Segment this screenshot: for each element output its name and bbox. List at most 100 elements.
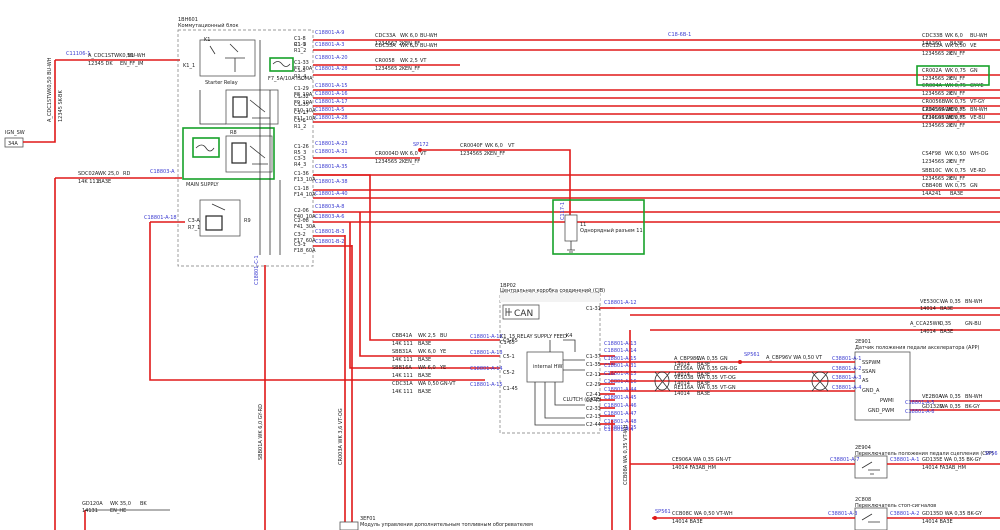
center-connector[interactable]: C18801-A-3 <box>315 42 344 48</box>
cjb-left-connector[interactable]: C18801-A-13 <box>470 350 503 356</box>
center-wire-sub2: EN_FF <box>405 66 420 72</box>
bottom-c-conn1[interactable]: C18801-C-1 <box>254 255 260 285</box>
app-connector[interactable]: C38801-A-2 <box>832 366 861 372</box>
right-wire-label: CR0056B <box>922 99 946 105</box>
top-left-conn[interactable]: C11106-1 <box>66 51 90 57</box>
cjb-connector[interactable]: C18801-A-45 <box>604 395 637 401</box>
stop-conn-left[interactable]: C38801-A-3 <box>828 511 857 517</box>
right-wire-label: SBB10C <box>922 168 942 174</box>
right-wire-spec: WK 0,75 <box>945 183 966 189</box>
stop-conn-right[interactable]: C38801-A-2 <box>890 511 919 517</box>
ign-sw-label: IGN_SW <box>5 130 25 136</box>
cpp-splice[interactable]: SP56 <box>985 451 998 457</box>
center-wire-color: VT <box>420 151 427 157</box>
app-connector[interactable]: C38801-A-3 <box>832 375 861 381</box>
center-connector[interactable]: C18801-A-20 <box>315 55 348 61</box>
center-connector[interactable]: C18801-A-5 <box>315 107 344 113</box>
cjb-pin-right: C2-11 <box>586 372 601 378</box>
connector-11[interactable]: C117-1 11 Однорядный разъем 11 <box>552 199 645 255</box>
bottom-vert1-label: SBB01A WK 6,0 GY-RD <box>258 404 264 460</box>
center-wire-color: BU-WH <box>420 33 438 39</box>
splice-sub2: EN_FF <box>490 151 505 157</box>
center-connector[interactable]: C18801-A-17 <box>315 99 348 105</box>
center-connector[interactable]: C18803-A-8 <box>315 204 344 210</box>
connector-11-conn[interactable]: C117-1 <box>560 202 566 220</box>
stop-wire-left-sub: 14014 BA3E <box>672 519 703 525</box>
center-connector[interactable]: C18801-A-28 <box>315 66 348 72</box>
center-wire-label: CDC33A <box>375 33 396 39</box>
right-top-conn[interactable]: C18-6B-1 <box>668 32 691 38</box>
app-sensor: VE530C WA 0,35 BN-WH 14014 BA3E A_CCA25W… <box>610 299 1000 421</box>
cjb-connector[interactable]: C18801-A-12 <box>604 300 637 306</box>
top-left-wire: C11106-1 A_CDC1STWK0,50 BU-WH 12345 DK E… <box>55 51 180 67</box>
fuse-label: R1_4 <box>294 74 306 80</box>
app-connector[interactable]: C38801-A-4 <box>832 385 861 391</box>
cjb-connector[interactable]: C18801-A-16 <box>604 379 637 385</box>
cjb-connector[interactable]: C18801-A-13 <box>604 341 637 347</box>
app-mid-wire: A_CBP96V WA 0,50 VT <box>766 355 823 361</box>
cjb-connector[interactable]: C18801-A-46 <box>604 403 637 409</box>
center-connector[interactable]: C18801-A-40 <box>315 191 348 197</box>
splice-sub: 1234565 2K <box>460 151 491 157</box>
bottom-vert3-label: CCB08A WA 0,35 VT-WH <box>623 424 629 485</box>
center-connector[interactable]: C18801-A-15 <box>315 83 348 89</box>
cpp-conn-left[interactable]: C38801-A-7 <box>830 457 859 463</box>
center-connector[interactable]: C18801-A-23 <box>315 141 348 147</box>
center-connector[interactable]: C18801-B-3 <box>315 229 344 235</box>
center-wire-sub: 1234565 2K <box>375 66 406 72</box>
c2-conn[interactable]: C18803-A <box>150 169 175 175</box>
app-top-w1-sub: 14014 <box>920 306 936 312</box>
center-connector[interactable]: C18801-A-31 <box>315 149 348 155</box>
center-connector[interactable]: C18801-B-2 <box>315 239 344 245</box>
right-wire-color: BU-WH <box>970 33 988 39</box>
right-wire-sub2: EN_FF <box>950 51 965 57</box>
relay-r7[interactable]: R9 <box>199 199 251 237</box>
sd-wire-color: RD <box>123 171 130 177</box>
cpp-conn-right[interactable]: C38801-A-1 <box>890 457 919 463</box>
stop-splice[interactable]: SP561 <box>655 509 671 515</box>
app-splice[interactable]: SP561 <box>744 352 760 358</box>
cjb-left-connector[interactable]: C18801-A-15 <box>470 382 503 388</box>
stop-box[interactable] <box>854 507 888 530</box>
fuse-label: R1_2 <box>294 48 306 54</box>
stop-wire-right: GD135D WA 0,35 BK-GY <box>922 511 983 517</box>
bottom-wire-sub: 14131 <box>82 508 98 514</box>
cjb-left-connector[interactable]: C18801-A-14 <box>470 366 503 372</box>
app-connector[interactable]: C38801-A-1 <box>832 356 861 362</box>
can-logo-text: CAN <box>514 309 533 319</box>
cjb-connector[interactable]: C18801-A-31 <box>604 363 637 369</box>
center-connector[interactable]: C18801-A-35 <box>315 164 348 170</box>
app-conn-6[interactable]: C38801-A-6 <box>905 409 934 415</box>
right-wire-spec: WK 0,75 <box>945 99 966 105</box>
right-top-conn-label[interactable]: C18-6B-1 <box>668 32 691 38</box>
cjb-connector[interactable]: C18801-A-15 <box>604 356 637 362</box>
cjb-pin-left: C1-45 <box>503 386 518 392</box>
app-conn-5[interactable]: C38801-A-5 <box>905 400 934 406</box>
cjb-left-connector[interactable]: C18801-A-12 <box>470 334 503 340</box>
app-pin-1: SSPWM <box>862 360 881 366</box>
cpp-wire-left: CE906A WA 0,35 GN-VT <box>672 457 732 463</box>
right-wire-color: VT-GY <box>970 99 986 105</box>
cjb-connector[interactable]: C18801-A-25 <box>604 425 637 431</box>
cpp-box[interactable] <box>854 455 888 479</box>
center-connector[interactable]: C18803-A-6 <box>315 214 344 220</box>
right-wire-spec: WK 0,75 <box>945 83 966 89</box>
module-connector[interactable] <box>339 521 359 530</box>
center-connector[interactable]: C18801-A-9 <box>315 30 344 36</box>
cjb-connector[interactable]: C18801-A-44 <box>604 387 637 393</box>
starter-relay[interactable]: K1 Starter Relay K1_1 <box>183 37 256 86</box>
cjb-connector[interactable]: C18801-A-47 <box>604 411 637 417</box>
cjb-connector[interactable]: C18801-A-14 <box>604 348 637 354</box>
splice-name[interactable]: SP172 <box>413 142 429 148</box>
center-connector[interactable]: C18801-A-28 <box>315 115 348 121</box>
center-connector[interactable]: C18801-A-16 <box>315 91 348 97</box>
right-wire-spec: WK 0,75 <box>945 107 966 113</box>
center-connector[interactable]: C18801-A-38 <box>315 179 348 185</box>
relay-r2[interactable] <box>199 89 279 125</box>
splice-sp172: SP172 CR0040F WK 6,0 VT 1234565 2K EN_FF <box>413 142 571 215</box>
cpp-switch: 2E904 Переключатель положения педали сце… <box>630 445 1000 479</box>
splice-dot[interactable] <box>418 148 422 152</box>
stop-splice-dot[interactable] <box>653 516 657 520</box>
app-pin-2: SSAN <box>862 369 876 375</box>
c3-conn[interactable]: C18801-A-18 <box>144 215 177 221</box>
